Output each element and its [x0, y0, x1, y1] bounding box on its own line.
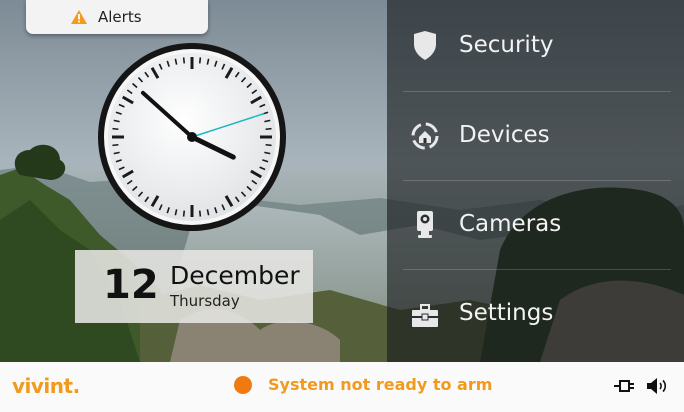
analog-clock: [98, 43, 286, 231]
menu-item-devices[interactable]: Devices: [387, 92, 684, 181]
camera-icon: [417, 211, 433, 238]
menu-item-label: Settings: [459, 300, 554, 326]
main-menu: Security Devices Cameras Settings: [387, 0, 684, 362]
volume-icon[interactable]: [646, 376, 668, 396]
power-plug-icon: [614, 380, 634, 392]
alerts-label: Alerts: [98, 8, 142, 26]
home-screen: Alerts 12 December Thursday Security Dev…: [0, 0, 684, 412]
clock-minute-tick: [265, 143, 272, 147]
menu-item-label: Security: [459, 32, 554, 58]
status-bar: vivint. System not ready to arm: [0, 362, 684, 412]
date-month: December: [170, 261, 300, 290]
date-weekday: Thursday: [170, 292, 240, 310]
date-widget: 12 December Thursday: [75, 250, 313, 323]
menu-item-label: Cameras: [459, 211, 562, 237]
menu-item-cameras[interactable]: Cameras: [387, 181, 684, 270]
clock-minute-tick: [198, 57, 202, 64]
status-indicator-icon: [234, 376, 252, 394]
clock-minute-tick: [112, 143, 119, 147]
clock-minute-tick: [198, 210, 202, 217]
menu-item-label: Devices: [459, 122, 550, 148]
clock-minute-tick: [182, 57, 186, 64]
menu-item-security[interactable]: Security: [387, 2, 684, 91]
menu-item-settings[interactable]: Settings: [387, 270, 684, 359]
clock-minute-tick: [182, 210, 186, 217]
system-status-text[interactable]: System not ready to arm: [268, 375, 492, 394]
vivint-logo: vivint.: [12, 374, 80, 398]
clock-minute-tick: [112, 127, 119, 131]
warning-icon: [71, 10, 87, 24]
alerts-tab[interactable]: Alerts: [26, 0, 208, 34]
clock-center: [187, 132, 197, 142]
clock-minute-tick: [265, 127, 272, 131]
date-day: 12: [103, 262, 159, 308]
shield-icon: [414, 31, 436, 60]
toolbox-icon: [412, 304, 438, 327]
devices-icon: [411, 122, 439, 150]
